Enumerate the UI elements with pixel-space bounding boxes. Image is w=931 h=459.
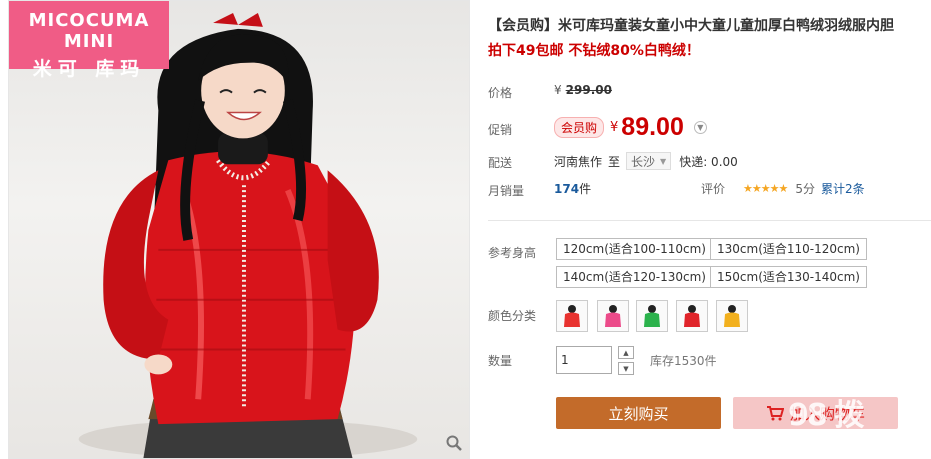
height-option[interactable]: 140cm(适合120-130cm) — [556, 266, 713, 288]
color-swatch[interactable] — [716, 300, 748, 332]
monthly-sales-count: 174 — [554, 182, 580, 196]
price-label: 价格 — [488, 86, 513, 100]
currency-symbol: ¥ — [610, 119, 619, 135]
color-swatch-thumb — [564, 305, 580, 327]
promotion-price: 89.00 — [621, 112, 684, 141]
quantity-input[interactable]: 1 — [556, 346, 612, 374]
swatch-fill — [605, 312, 621, 327]
rating-score: 5分 — [795, 182, 815, 196]
product-image-gallery[interactable]: MICOCUMA MINI 米可 库玛 — [8, 0, 470, 459]
destination-select[interactable]: 长沙 ▼ — [626, 152, 672, 170]
swatch-fill — [724, 312, 740, 327]
buy-now-button[interactable]: 立刻购买 — [556, 397, 721, 429]
original-price-value: 299.00 — [565, 83, 612, 97]
height-option[interactable]: 130cm(适合110-120cm) — [710, 238, 867, 260]
color-swatch-thumb — [684, 305, 700, 327]
brand-name-cn: 米可 库玛 — [32, 58, 146, 80]
color-label: 颜色分类 — [488, 309, 537, 323]
color-swatch-thumb — [644, 305, 660, 327]
color-swatch-thumb — [724, 305, 740, 327]
product-title: 【会员购】米可库玛童装女童小中大童儿童加厚白鸭绒羽绒服内胆 — [488, 18, 894, 34]
destination-value: 长沙 — [631, 154, 656, 169]
swatch-fill — [564, 312, 580, 327]
height-option[interactable]: 120cm(适合100-110cm) — [556, 238, 713, 260]
watermark: 98 拨 — [788, 398, 864, 433]
brand-name-en: MICOCUMA MINI — [28, 10, 150, 52]
original-price: ¥299.00 — [554, 83, 612, 97]
divider — [488, 220, 931, 221]
review-count-link[interactable]: 累计2条 — [821, 180, 865, 197]
quantity-decrease-button[interactable]: ▼ — [618, 362, 634, 375]
shipping-origin: 河南焦作 — [554, 154, 603, 169]
stock-count: 库存1530件 — [650, 354, 717, 368]
quantity-increase-button[interactable]: ▲ — [618, 346, 634, 359]
product-promo-text: 拍下49包邮 不钻绒80%白鸭绒！ — [488, 43, 700, 59]
height-option[interactable]: 150cm(适合130-140cm) — [710, 266, 867, 288]
currency-symbol: ¥ — [554, 83, 562, 97]
product-info-panel: 【会员购】米可库玛童装女童小中大童儿童加厚白鸭绒羽绒服内胆 拍下49包邮 不钻绒… — [488, 0, 931, 459]
swatch-fill — [644, 312, 660, 327]
monthly-sales: 174件 — [554, 180, 591, 197]
color-swatch[interactable] — [636, 300, 668, 332]
chevron-down-icon: ▼ — [660, 156, 667, 166]
color-swatch[interactable] — [676, 300, 708, 332]
color-swatch[interactable] — [556, 300, 588, 332]
shipping-label: 配送 — [488, 156, 513, 170]
monthly-sales-unit: 件 — [579, 182, 592, 196]
promotion-label: 促销 — [488, 123, 513, 137]
zoom-icon[interactable] — [445, 434, 463, 452]
height-label: 参考身高 — [488, 246, 537, 260]
rating-label: 评价 — [701, 182, 726, 196]
quantity-label: 数量 — [488, 354, 513, 368]
shipping-row: 河南焦作 至 长沙 ▼ 快递: 0.00 — [554, 152, 738, 170]
chevron-down-icon[interactable]: ▼ — [693, 120, 707, 134]
monthly-sales-label: 月销量 — [488, 184, 525, 198]
cart-icon — [766, 406, 784, 421]
star-rating-icon: ★★★★★ — [743, 182, 788, 195]
color-swatch-thumb — [605, 305, 621, 327]
member-badge: 会员购 — [554, 116, 605, 138]
brand-logo: MICOCUMA MINI 米可 库玛 — [9, 1, 169, 80]
promotion-price-row: 会员购 ¥ 89.00 ▼ — [554, 112, 707, 142]
color-swatch[interactable] — [597, 300, 629, 332]
shipping-to: 至 — [608, 154, 621, 169]
shipping-fee: 快递: 0.00 — [679, 154, 738, 169]
swatch-fill — [684, 312, 700, 327]
rating-row: 评价 ★★★★★ 5分 累计2条 — [701, 180, 865, 197]
